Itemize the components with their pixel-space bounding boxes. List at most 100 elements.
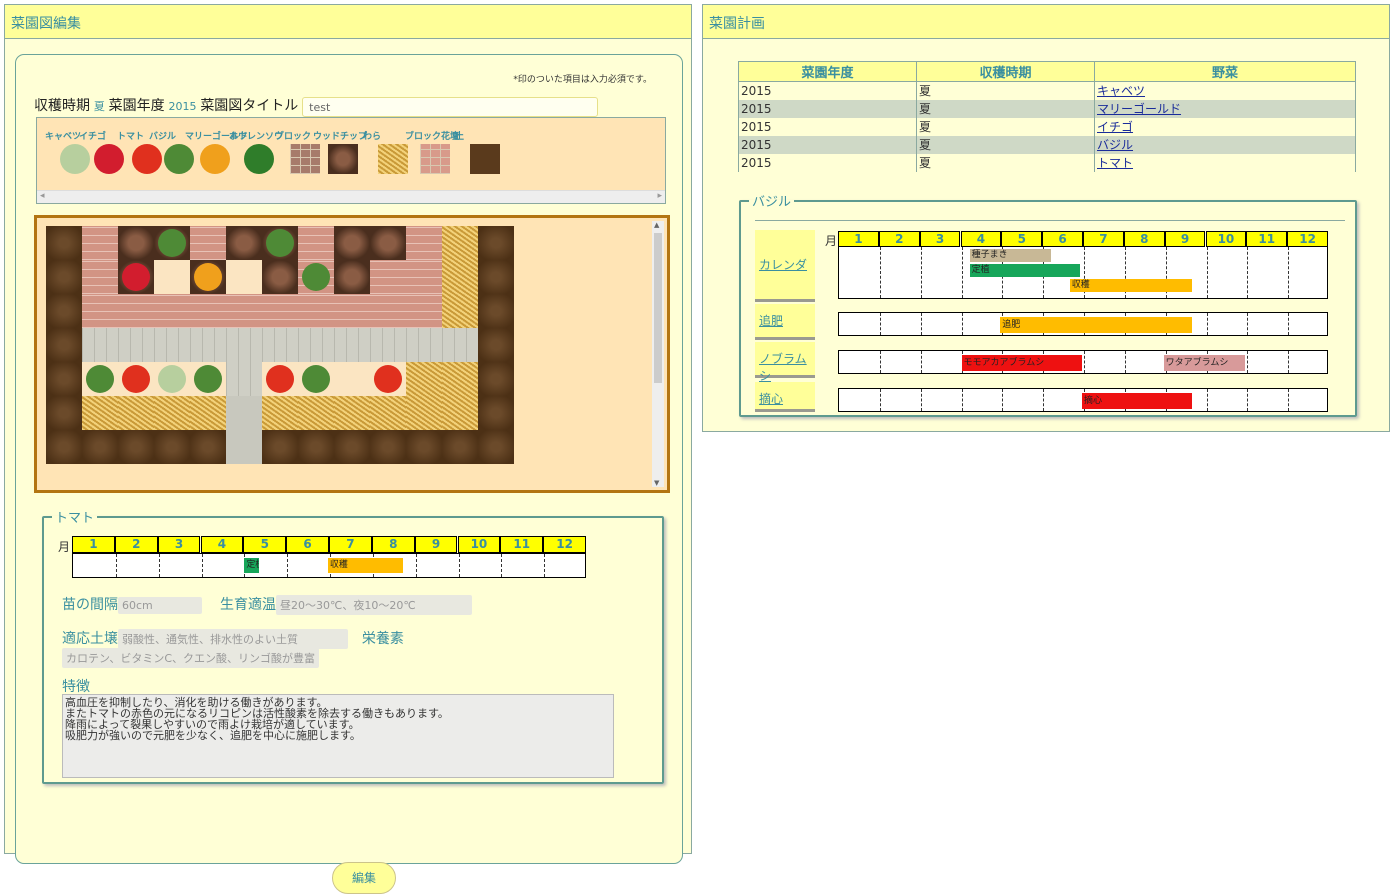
garden-cell[interactable]: [226, 260, 262, 294]
garden-cell[interactable]: [370, 430, 406, 464]
garden-cell[interactable]: [190, 294, 226, 328]
garden-cell[interactable]: [118, 226, 154, 260]
schedule-label-2[interactable]: ノブラムシ: [755, 342, 815, 383]
table-row[interactable]: 2015 夏バジル: [738, 135, 1356, 154]
tomato-icon[interactable]: [132, 144, 162, 174]
garden-cell[interactable]: [442, 294, 478, 328]
garden-cell[interactable]: [406, 396, 442, 430]
marigold-icon[interactable]: [200, 144, 230, 174]
garden-cell[interactable]: [226, 328, 262, 362]
vegetable-link[interactable]: マリーゴールド: [1097, 102, 1181, 116]
garden-cell[interactable]: [334, 226, 370, 260]
garden-cell[interactable]: [478, 260, 514, 294]
canvas-scrollbar[interactable]: ▲ ▼: [652, 221, 664, 487]
garden-cell[interactable]: [442, 328, 478, 362]
schedule-label-0[interactable]: カレンダ: [755, 230, 815, 302]
schedule-label-1[interactable]: 追肥: [755, 304, 815, 340]
garden-cell[interactable]: [334, 294, 370, 328]
garden-grid[interactable]: [46, 226, 514, 466]
garden-cell[interactable]: [190, 328, 226, 362]
vegetable-link[interactable]: イチゴ: [1097, 120, 1133, 134]
garden-cell[interactable]: [82, 294, 118, 328]
garden-cell[interactable]: [262, 362, 298, 396]
garden-cell[interactable]: [118, 430, 154, 464]
table-row[interactable]: 2015 夏トマト: [738, 153, 1356, 172]
garden-cell[interactable]: [46, 430, 82, 464]
garden-cell[interactable]: [262, 328, 298, 362]
garden-cell[interactable]: [370, 396, 406, 430]
garden-cell[interactable]: [154, 430, 190, 464]
garden-cell[interactable]: [298, 362, 334, 396]
garden-cell[interactable]: [298, 226, 334, 260]
garden-cell[interactable]: [370, 226, 406, 260]
garden-cell[interactable]: [298, 430, 334, 464]
garden-cell[interactable]: [82, 328, 118, 362]
garden-cell[interactable]: [406, 362, 442, 396]
straw-icon[interactable]: [378, 144, 408, 174]
cabbage-icon[interactable]: [60, 144, 90, 174]
garden-cell[interactable]: [334, 396, 370, 430]
garden-cell[interactable]: [262, 396, 298, 430]
basil-icon[interactable]: [164, 144, 194, 174]
garden-cell[interactable]: [334, 430, 370, 464]
garden-cell[interactable]: [82, 260, 118, 294]
vegetable-link[interactable]: キャベツ: [1097, 84, 1145, 98]
garden-cell[interactable]: [478, 226, 514, 260]
garden-cell[interactable]: [478, 430, 514, 464]
garden-cell[interactable]: [262, 226, 298, 260]
garden-cell[interactable]: [478, 362, 514, 396]
garden-cell[interactable]: [118, 362, 154, 396]
garden-cell[interactable]: [118, 396, 154, 430]
garden-cell[interactable]: [82, 362, 118, 396]
harvest-value[interactable]: 夏: [94, 100, 105, 113]
garden-cell[interactable]: [82, 430, 118, 464]
garden-cell[interactable]: [154, 396, 190, 430]
garden-cell[interactable]: [46, 226, 82, 260]
garden-cell[interactable]: [118, 294, 154, 328]
block-icon[interactable]: [290, 144, 320, 174]
garden-cell[interactable]: [118, 328, 154, 362]
brick-bed-icon[interactable]: [420, 144, 450, 174]
garden-cell[interactable]: [298, 396, 334, 430]
garden-cell[interactable]: [334, 328, 370, 362]
garden-cell[interactable]: [226, 294, 262, 328]
schedule-label-3[interactable]: 摘心: [755, 382, 815, 412]
garden-cell[interactable]: [226, 430, 262, 464]
garden-cell[interactable]: [190, 362, 226, 396]
garden-cell[interactable]: [370, 260, 406, 294]
garden-cell[interactable]: [154, 260, 190, 294]
garden-cell[interactable]: [118, 260, 154, 294]
garden-cell[interactable]: [46, 260, 82, 294]
garden-cell[interactable]: [298, 328, 334, 362]
woodchip-icon[interactable]: [328, 144, 358, 174]
garden-cell[interactable]: [478, 294, 514, 328]
garden-cell[interactable]: [154, 294, 190, 328]
garden-cell[interactable]: [226, 226, 262, 260]
garden-canvas[interactable]: ▲ ▼: [34, 215, 670, 493]
garden-cell[interactable]: [226, 362, 262, 396]
garden-cell[interactable]: [406, 430, 442, 464]
garden-cell[interactable]: [406, 260, 442, 294]
table-row[interactable]: 2015 夏キャベツ: [738, 81, 1356, 100]
garden-cell[interactable]: [442, 396, 478, 430]
garden-cell[interactable]: [226, 396, 262, 430]
garden-cell[interactable]: [442, 226, 478, 260]
spinach-icon[interactable]: [244, 144, 274, 174]
garden-cell[interactable]: [478, 328, 514, 362]
title-input[interactable]: test: [302, 96, 599, 117]
garden-cell[interactable]: [82, 396, 118, 430]
year-value[interactable]: 2015: [168, 100, 196, 113]
garden-cell[interactable]: [46, 396, 82, 430]
garden-cell[interactable]: [154, 362, 190, 396]
garden-cell[interactable]: [46, 294, 82, 328]
garden-cell[interactable]: [442, 362, 478, 396]
garden-cell[interactable]: [262, 260, 298, 294]
garden-cell[interactable]: [262, 430, 298, 464]
palette-scrollbar[interactable]: ◂ ▸: [37, 190, 665, 203]
garden-cell[interactable]: [406, 294, 442, 328]
garden-cell[interactable]: [478, 396, 514, 430]
garden-cell[interactable]: [190, 260, 226, 294]
soil-icon[interactable]: [470, 144, 500, 174]
garden-cell[interactable]: [370, 294, 406, 328]
garden-cell[interactable]: [190, 430, 226, 464]
